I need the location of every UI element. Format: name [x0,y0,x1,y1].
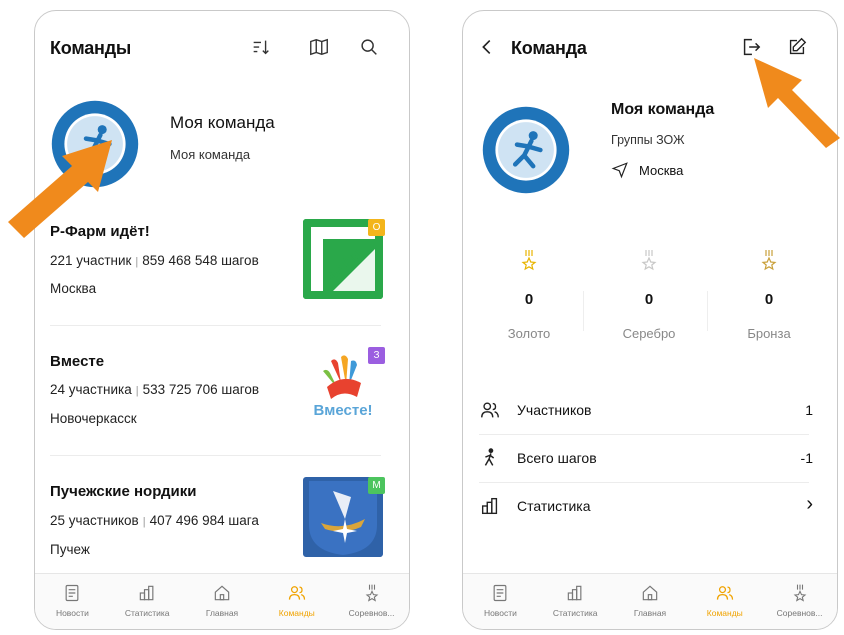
medal-gold: 0 Золото [474,249,584,341]
team-city: Пучеж [50,542,90,557]
nav-label: Главная [633,608,667,618]
bar-chart-icon [481,497,498,515]
row-label: Статистика [517,498,591,514]
silver-count: 0 [644,291,654,308]
page-title: Команды [50,38,132,58]
divider [50,325,381,326]
steps-count: 407 496 984 шага [149,513,259,528]
map-icon[interactable] [307,35,331,59]
league-badge: З [368,347,385,364]
nav-label: Соревнов... [348,608,395,618]
divider [583,291,584,331]
medal-bronze: 0 Бронза [714,249,824,341]
nav-label: Новости [483,608,517,618]
steps-count: 533 725 706 шагов [142,382,260,397]
annotation-arrow-right [754,58,840,148]
nav-label: Статистика [552,608,598,618]
nav-label: Новости [55,608,89,618]
back-icon[interactable] [475,35,499,59]
total-steps-row[interactable]: Всего шагов -1 [463,435,837,483]
bottom-nav: Новости Статистика Главная Команды Сорев… [35,573,409,629]
users-icon [288,586,305,600]
participants-count: 24 участника [50,382,132,397]
bar-chart-icon [139,585,154,601]
steps-count: 859 468 548 шагов [142,253,259,268]
nav-label: Статистика [124,608,170,618]
team-name: Вместе [50,353,105,370]
divider [707,291,708,331]
nav-teams[interactable]: Команды [687,574,762,629]
team-stats: 25 участников | 407 496 984 шага [50,513,259,528]
nav-statistics[interactable]: Статистика [538,574,613,629]
row-label: Всего шагов [517,450,597,466]
home-icon [642,585,658,601]
bottom-nav: Новости Статистика Главная Команды Сорев… [463,573,837,629]
walking-icon [484,448,495,466]
team-card[interactable]: Вместе 24 участника | 533 725 706 шагов Но… [35,339,409,455]
row-value: 1 [805,402,813,418]
bronze-label: Бронза [747,326,791,341]
annotation-arrow-left [8,140,112,238]
nav-news[interactable]: Новости [463,574,538,629]
nav-teams[interactable]: Команды [259,574,334,629]
team-stats: 24 участника | 533 725 706 шагов [50,382,260,397]
team-city: Москва [50,281,97,296]
nav-statistics[interactable]: Статистика [110,574,185,629]
row-label: Участников [517,402,592,418]
medal-icon [365,584,378,602]
bronze-count: 0 [764,291,774,308]
location-arrow-icon [611,162,628,179]
nav-news[interactable]: Новости [35,574,110,629]
nav-home[interactable]: Главная [613,574,688,629]
divider [50,455,381,456]
gold-label: Золото [507,326,551,341]
team-stats: 221 участник | 859 468 548 шагов [50,253,259,268]
users-icon [716,586,733,600]
team-name: Пучежские нордики [50,483,197,500]
bronze-medal-icon [761,250,777,271]
home-icon [214,585,230,601]
team-city: Новочеркасск [50,411,137,426]
medal-icon [793,584,806,602]
teams-list-screen: Команды Моя команда Моя команда Р-Фарм и… [34,10,410,630]
nav-home[interactable]: Главная [185,574,260,629]
nav-label: Команды [706,608,743,618]
app-bar: Команды [35,11,409,81]
sort-icon[interactable] [249,35,273,59]
users-icon [481,402,499,418]
page-title: Команда [511,38,587,58]
gold-medal-icon [521,250,537,271]
my-team-name: Моя команда [170,113,275,132]
league-badge: О [368,219,385,236]
team-logo [481,105,571,195]
participants-count: 25 участников [50,513,139,528]
chevron-right-icon: › [806,493,813,515]
team-name: Моя команда [611,101,715,118]
team-group: Группы ЗОЖ [611,133,685,147]
nav-competitions[interactable]: Соревнов... [762,574,837,629]
bar-chart-icon [567,585,582,601]
nav-label: Соревнов... [776,608,823,618]
nav-label: Команды [278,608,315,618]
league-badge: М [368,477,385,494]
row-value: -1 [800,450,813,466]
statistics-row[interactable]: Статистика › [463,483,837,531]
news-icon [65,584,79,602]
gold-count: 0 [524,291,534,308]
nav-competitions[interactable]: Соревнов... [334,574,409,629]
medal-silver: 0 Серебро [594,249,704,341]
participants-count: 221 участник [50,253,132,268]
silver-medal-icon [641,250,657,271]
news-icon [493,584,507,602]
silver-label: Серебро [622,326,676,341]
my-team-subtitle: Моя команда [170,147,251,162]
participants-row[interactable]: Участников 1 [463,387,837,435]
nav-label: Главная [205,608,239,618]
team-location: Москва [611,161,683,179]
vmeste-logo-text: Вместе! [313,402,372,419]
team-city: Москва [639,162,684,178]
search-icon[interactable] [357,35,381,59]
team-card[interactable]: Пучежские нордики 25 участников | 407 496 … [35,469,409,579]
